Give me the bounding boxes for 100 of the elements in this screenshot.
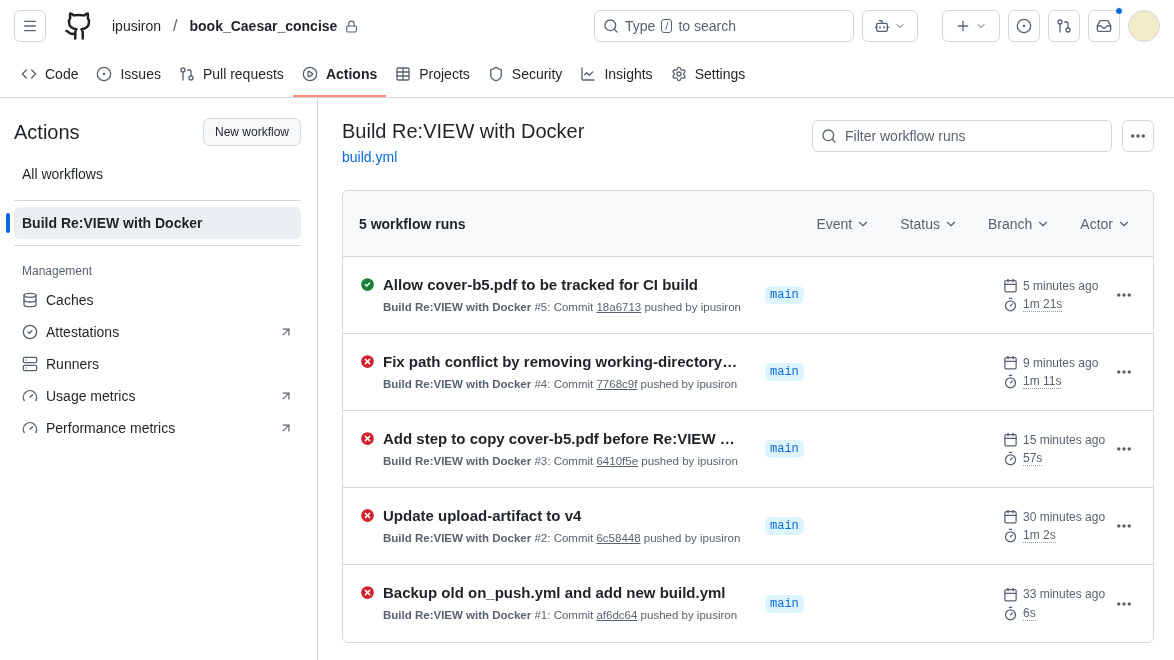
more-icon (1117, 524, 1131, 528)
run-title-link[interactable]: Fix path conflict by removing working-directory… (359, 352, 757, 370)
menu-button[interactable] (14, 10, 46, 42)
run-duration: 1m 2s (1023, 528, 1056, 543)
run-title-link[interactable]: Backup old on_push.yml and add new build.yml (359, 584, 757, 601)
issue-icon (1016, 18, 1032, 34)
stopwatch-icon (1003, 297, 1018, 312)
search-icon (821, 128, 837, 144)
pull-request-icon (1056, 18, 1072, 34)
calendar-icon (1003, 509, 1018, 524)
repo-tab[interactable]: Projects (386, 52, 479, 97)
stopwatch-icon (1003, 528, 1018, 543)
repo-tab[interactable]: Insights (571, 52, 662, 97)
copilot-button[interactable] (862, 10, 918, 42)
calendar-icon (1003, 432, 1018, 447)
owner-link[interactable]: ipusiron (112, 18, 162, 34)
commit-link[interactable]: 6c58448 (596, 531, 641, 544)
gauge-icon (22, 420, 38, 436)
sidebar-item[interactable]: Attestations (14, 316, 301, 348)
run-time: 30 minutes ago (1023, 509, 1106, 524)
new-workflow-button[interactable]: New workflow (203, 118, 301, 146)
gauge-icon (22, 388, 38, 404)
branch-label[interactable]: main (765, 440, 804, 458)
robot-icon (874, 18, 890, 34)
database-icon (22, 292, 38, 308)
sidebar-item[interactable]: Runners (14, 348, 301, 380)
search-field[interactable]: Type / to search (594, 10, 854, 42)
pull-requests-button[interactable] (1048, 10, 1080, 42)
sidebar-item[interactable]: Usage metrics (14, 380, 301, 412)
run-time: 15 minutes ago (1023, 432, 1106, 447)
table-icon (395, 65, 412, 82)
inbox-icon (1096, 18, 1112, 34)
run-details: Build Re:VIEW with Docker #3: Commit 6410f5e pushed by ipusiron (383, 453, 739, 469)
calendar-icon (1003, 586, 1018, 602)
sidebar-title: Actions (14, 120, 80, 144)
server-icon (22, 356, 38, 372)
branch-label[interactable]: main (765, 517, 804, 535)
shield-icon (487, 65, 504, 82)
stopwatch-icon (1003, 451, 1018, 466)
play-icon (301, 65, 318, 82)
graph-icon (580, 65, 597, 82)
run-details: Build Re:VIEW with Docker #4: Commit 7768c9f pushed by ipusiron (383, 376, 739, 392)
workflow-file-link[interactable]: build.yml (342, 149, 398, 165)
inbox-button[interactable] (1088, 10, 1120, 42)
plus-icon (955, 18, 971, 34)
filter-dropdown[interactable]: Event (810, 214, 877, 233)
branch-label[interactable]: main (765, 363, 804, 381)
branch-label[interactable]: main (765, 286, 804, 304)
repo-tab[interactable]: Code (12, 52, 88, 97)
all-workflows-link[interactable]: All workflows (14, 158, 301, 190)
run-count: 5 workflow runs (359, 215, 466, 232)
repo-link[interactable]: book_Caesar_concise (189, 18, 338, 34)
branch-label[interactable]: main (765, 594, 804, 613)
more-icon (1117, 601, 1131, 606)
repo-tab[interactable]: Pull requests (169, 52, 293, 97)
calendar-icon (1003, 278, 1018, 293)
run-time: 9 minutes ago (1023, 355, 1099, 370)
run-duration: 57s (1023, 451, 1043, 466)
run-duration: 1m 21s (1023, 297, 1063, 312)
run-title-link[interactable]: Add step to copy cover-b5.pdf before Re:VIEW … (359, 429, 757, 447)
stopwatch-icon (1003, 374, 1018, 389)
commit-link[interactable]: 18a6713 (596, 300, 642, 313)
check-circle-icon (22, 324, 38, 340)
run-details: Build Re:VIEW with Docker #1: Commit af6dc64 pushed by ipusiron (383, 608, 739, 623)
workflow-title: Build Re:VIEW with Docker (342, 120, 585, 143)
more-icon (1117, 370, 1131, 374)
workflow-item[interactable]: Build Re:VIEW with Docker (14, 207, 301, 239)
menu-icon (22, 18, 38, 34)
selected-indicator (6, 213, 10, 233)
filter-dropdown[interactable]: Status (894, 214, 964, 233)
run-time: 33 minutes ago (1023, 587, 1106, 601)
repo-tab[interactable]: Security (478, 52, 572, 97)
stopwatch-icon (1003, 605, 1018, 621)
settings-icon (670, 65, 687, 82)
run-details: Build Re:VIEW with Docker #5: Commit 18a6713 pushed by ipusiron (383, 299, 742, 315)
repo-tab[interactable]: Actions (292, 52, 387, 97)
sidebar-item[interactable]: Performance metrics (14, 412, 301, 444)
filter-field[interactable]: Filter workflow runs (812, 120, 1112, 152)
commit-link[interactable]: 6410f5e (596, 454, 639, 467)
commit-link[interactable]: 7768c9f (596, 377, 638, 390)
pull-request-icon (178, 65, 195, 82)
run-time: 5 minutes ago (1023, 278, 1099, 293)
repo-tab[interactable]: Settings (661, 52, 755, 97)
run-duration: 6s (1023, 605, 1036, 621)
issues-button[interactable] (1008, 10, 1040, 42)
breadcrumb-separator: / (173, 17, 178, 35)
issue-icon (96, 65, 113, 82)
filter-dropdown[interactable]: Branch (981, 214, 1057, 233)
section-heading: Management (21, 263, 94, 280)
commit-link[interactable]: af6dc64 (596, 609, 638, 621)
run-duration: 1m 11s (1023, 374, 1062, 389)
run-title-link[interactable]: Allow cover-b5.pdf to be tracked for CI build (359, 275, 757, 293)
search-icon (603, 18, 619, 34)
repo-tab[interactable]: Issues (87, 52, 170, 97)
calendar-icon (1003, 355, 1018, 370)
filter-dropdown[interactable]: Actor (1074, 214, 1137, 233)
lock-icon (345, 19, 359, 33)
more-icon (1131, 134, 1145, 138)
run-title-link[interactable]: Update upload-artifact to v4 (359, 506, 757, 524)
sidebar-item[interactable]: Caches (14, 284, 301, 316)
